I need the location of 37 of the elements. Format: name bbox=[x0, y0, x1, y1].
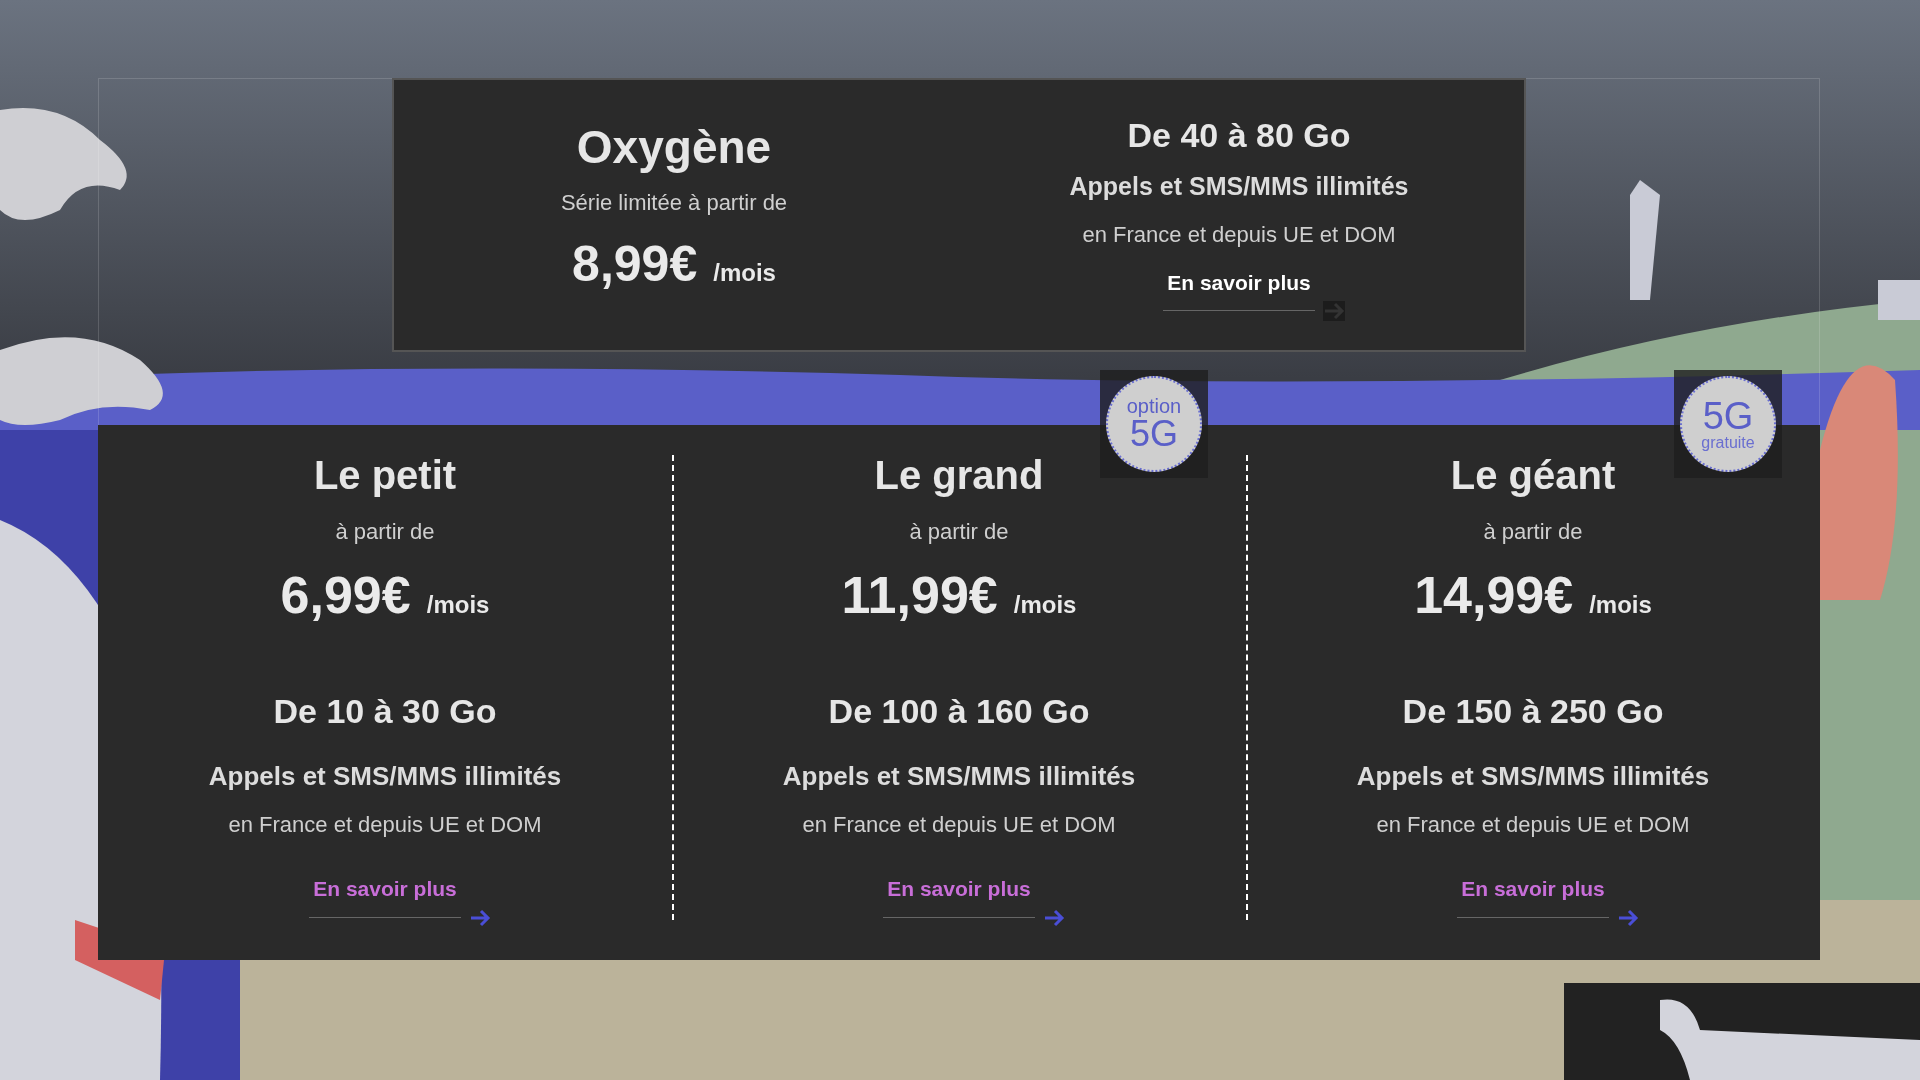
plan-title: Le petit bbox=[313, 455, 457, 495]
plan-subtitle: à partir de bbox=[335, 518, 435, 546]
price: 8,99€ bbox=[572, 235, 698, 294]
plan-subtitle: à partir de bbox=[909, 518, 1009, 546]
roaming-text: en France et depuis UE et DOM bbox=[228, 811, 542, 839]
roaming-text: en France et depuis UE et DOM bbox=[802, 811, 1116, 839]
more-link[interactable]: En savoir plus bbox=[309, 873, 461, 918]
plan-title: Le grand bbox=[874, 455, 1044, 495]
roaming-text: en France et depuis UE et DOM bbox=[1376, 811, 1690, 839]
price: 11,99€ bbox=[841, 565, 998, 626]
data-allowance: De 150 à 250 Go bbox=[1402, 691, 1664, 732]
arrow-icon bbox=[1616, 907, 1639, 928]
roaming-text: en France et depuis UE et DOM bbox=[1082, 220, 1396, 249]
more-link[interactable]: En savoir plus bbox=[1457, 873, 1609, 918]
arrow-icon bbox=[1042, 907, 1065, 928]
plan-title: Le géant bbox=[1450, 455, 1616, 495]
calls-text: Appels et SMS/MMS illimités bbox=[1069, 171, 1409, 202]
more-link[interactable]: En savoir plus bbox=[1163, 266, 1315, 311]
badge-5g: option 5G bbox=[1106, 376, 1202, 472]
price-period: /mois bbox=[713, 258, 776, 288]
badge-5g: 5G gratuite bbox=[1680, 376, 1776, 472]
arrow-icon bbox=[468, 907, 491, 928]
data-allowance: De 100 à 160 Go bbox=[828, 691, 1090, 732]
calls-text: Appels et SMS/MMS illimités bbox=[1356, 760, 1710, 793]
price: 6,99€ bbox=[280, 565, 411, 626]
calls-text: Appels et SMS/MMS illimités bbox=[782, 760, 1136, 793]
arrow-icon bbox=[1322, 301, 1345, 321]
more-link[interactable]: En savoir plus bbox=[883, 873, 1035, 918]
data-allowance: De 10 à 30 Go bbox=[273, 691, 497, 732]
calls-text: Appels et SMS/MMS illimités bbox=[208, 760, 562, 793]
data-allowance: De 40 à 80 Go bbox=[1127, 118, 1351, 152]
price-period: /mois bbox=[1013, 590, 1077, 620]
price-period: /mois bbox=[426, 590, 490, 620]
price-period: /mois bbox=[1589, 590, 1652, 620]
plan-subtitle: à partir de bbox=[1483, 518, 1583, 546]
price: 14,99€ bbox=[1414, 565, 1574, 626]
plan-subtitle: Série limitée à partir de bbox=[560, 189, 788, 217]
